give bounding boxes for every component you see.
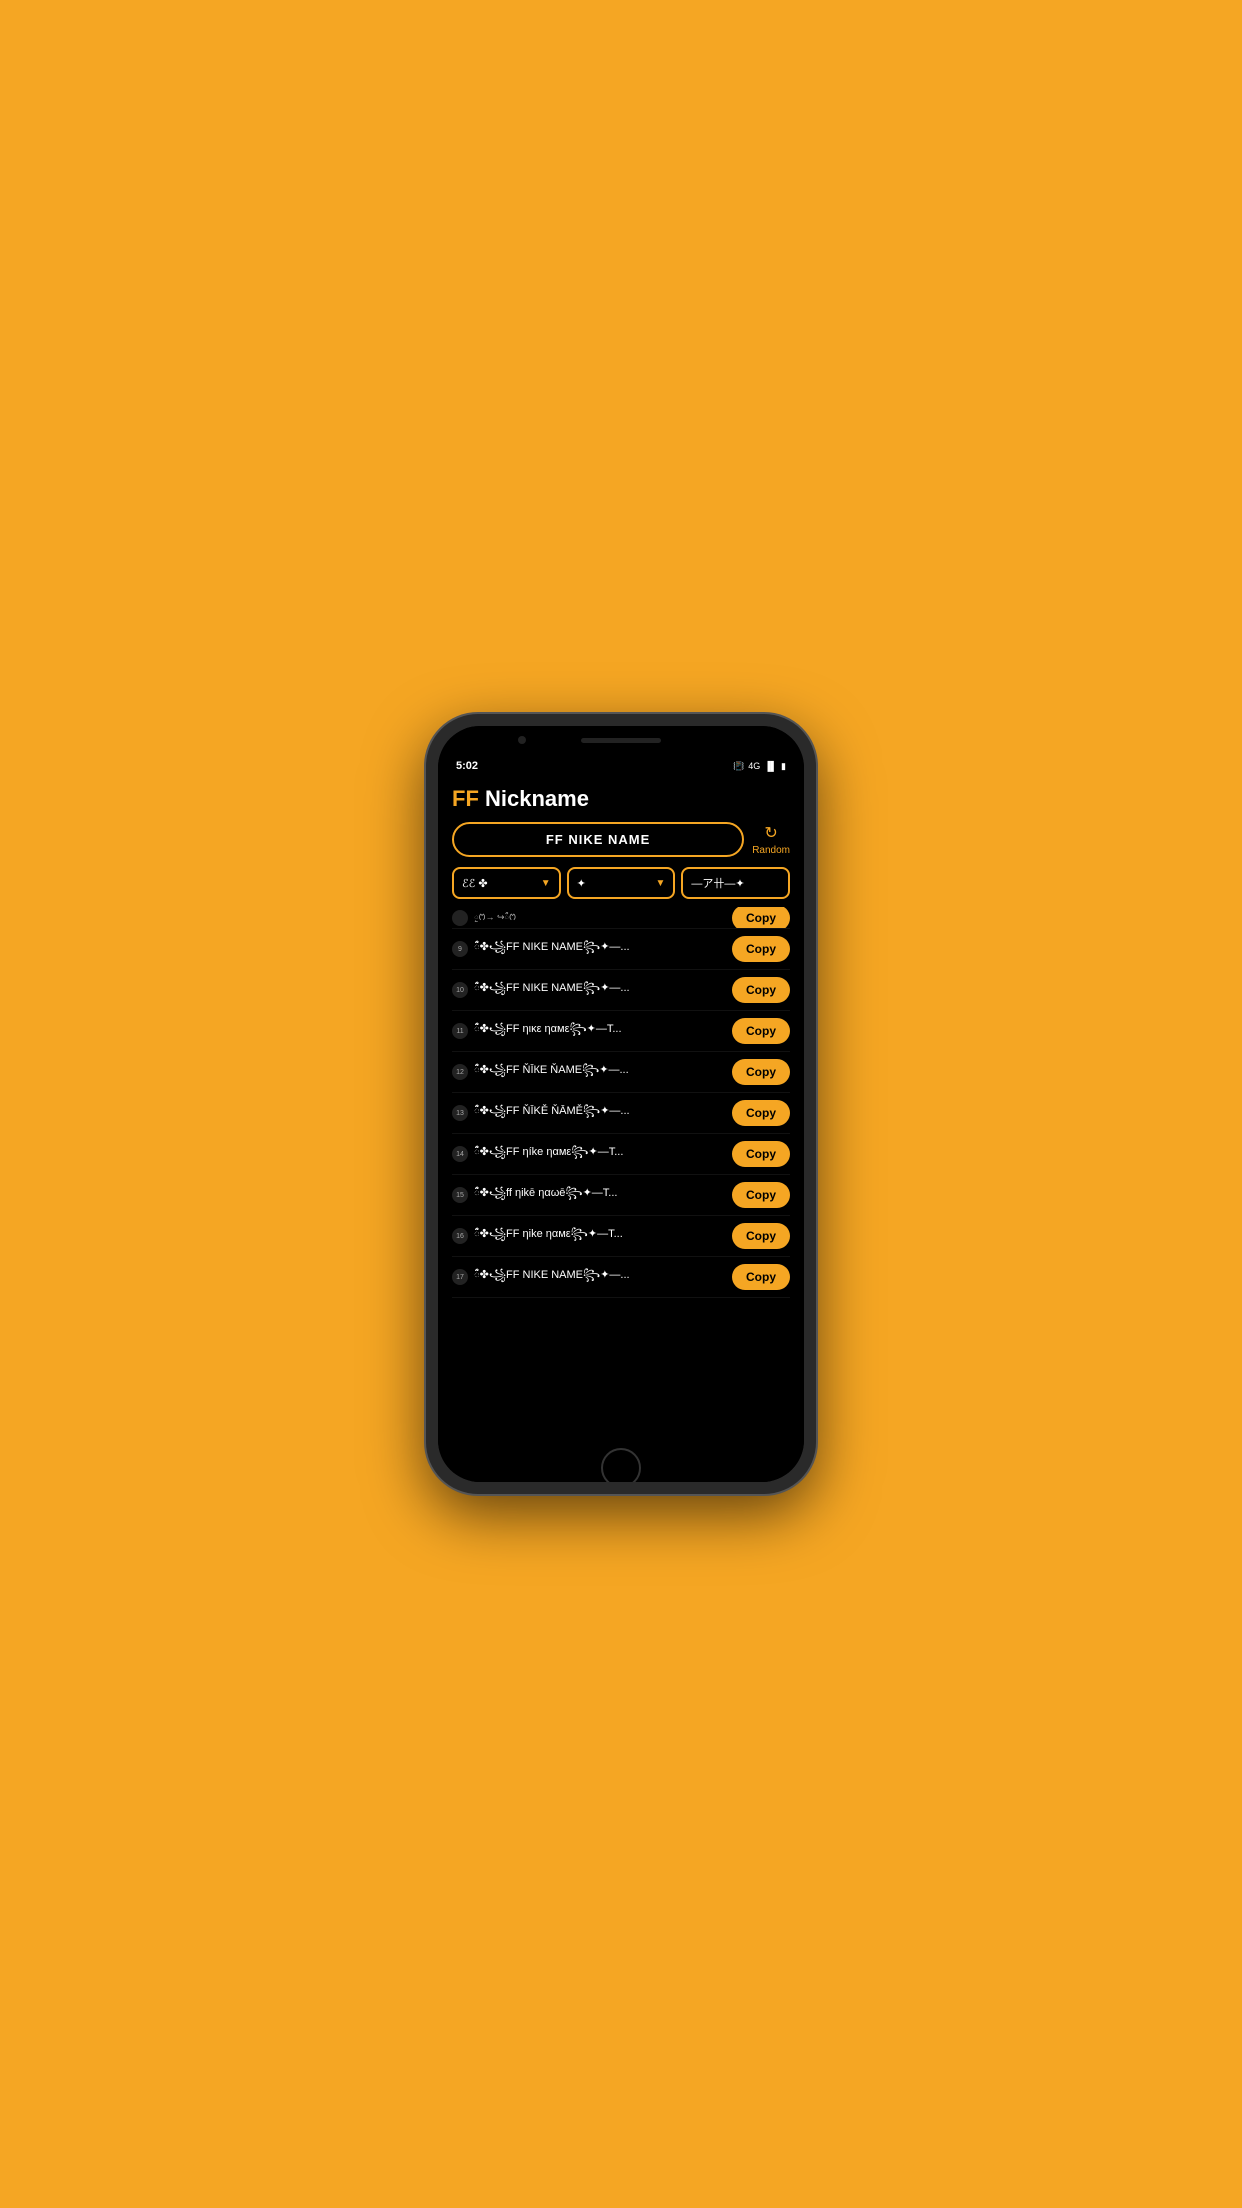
item-text-14: ᰰᰰ✤꧁FF ηíke ηαмε꧂✦—Τ... (474, 1143, 726, 1166)
item-num-9: 9 (452, 941, 468, 957)
names-list: ᰬᱬ→ ↪ᰰᱬ Copy 9 ᰰᰰ✤꧁FF NIKE NAME꧂✦—... Co… (452, 907, 790, 1454)
title-ff: FF (452, 786, 479, 811)
dropdown-style1-label: ℰℰ ✤ (462, 877, 488, 890)
list-item: 11 ᰰᰰ✤꧁FF ηικε ηαмε꧂✦—Τ... Copy (452, 1011, 790, 1052)
battery-icon: ▮ (781, 761, 786, 772)
copy-button-14[interactable]: Copy (732, 1141, 790, 1167)
random-label: Random (752, 845, 790, 856)
item-text-10: ᰰᰰ✤꧁FF NIKE NAME꧂✦—... (474, 979, 726, 1002)
wifi-icon: ▐▌ (764, 761, 777, 771)
copy-button-12[interactable]: Copy (732, 1059, 790, 1085)
chevron-down-icon: ▼ (655, 878, 665, 889)
phone-top-bar (438, 726, 804, 754)
app-title: FF Nickname (452, 786, 790, 812)
item-num-13: 13 (452, 1105, 468, 1121)
phone-device: 5:02 📳 4G ▐▌ ▮ FF Nickname FF NIKE NAME … (426, 714, 816, 1494)
camera-dot (518, 736, 526, 744)
search-input[interactable]: FF NIKE NAME (452, 822, 744, 857)
item-text-16: ᰰᰰ✤꧁FF ηike ηαмε꧂✦—Τ... (474, 1225, 726, 1248)
list-item: 17 ᰰᰰ✤꧁FF NIKE NAME꧂✦—... Copy (452, 1257, 790, 1298)
item-num (452, 910, 468, 926)
dropdown-style2[interactable]: ✦ ▼ (567, 867, 676, 899)
item-num-11: 11 (452, 1023, 468, 1039)
speaker-bar (581, 738, 661, 743)
copy-button-13[interactable]: Copy (732, 1100, 790, 1126)
home-button[interactable] (601, 1448, 641, 1482)
list-item: 14 ᰰᰰ✤꧁FF ηíke ηαмε꧂✦—Τ... Copy (452, 1134, 790, 1175)
item-text-12: ᰰᰰ✤꧁FF ŇĪКЕ ŇАМЕ꧂✦—... (474, 1061, 726, 1084)
copy-button-15[interactable]: Copy (732, 1182, 790, 1208)
vibrate-icon: 📳 (733, 761, 744, 772)
app-content: FF Nickname FF NIKE NAME ↻ Random ℰℰ ✤ ▼… (438, 778, 804, 1454)
item-text-11: ᰰᰰ✤꧁FF ηικε ηαмε꧂✦—Τ... (474, 1020, 726, 1043)
item-num-15: 15 (452, 1187, 468, 1203)
home-indicator (438, 1454, 804, 1482)
status-time: 5:02 (456, 760, 478, 772)
copy-button[interactable]: Copy (732, 907, 790, 929)
dropdown-style3-label: —ア卄—✦ (691, 875, 744, 891)
status-bar: 5:02 📳 4G ▐▌ ▮ (438, 754, 804, 778)
copy-button-17[interactable]: Copy (732, 1264, 790, 1290)
status-icons: 📳 4G ▐▌ ▮ (733, 761, 786, 772)
dropdown-style3[interactable]: —ア卄—✦ (681, 867, 790, 899)
random-icon: ↻ (764, 823, 777, 843)
item-text-17: ᰰᰰ✤꧁FF NIKE NAME꧂✦—... (474, 1266, 726, 1289)
chevron-down-icon: ▼ (541, 878, 551, 889)
search-row: FF NIKE NAME ↻ Random (452, 822, 790, 857)
random-button[interactable]: ↻ Random (752, 823, 790, 856)
item-num-14: 14 (452, 1146, 468, 1162)
signal-icon: 4G (748, 761, 760, 771)
item-text-9: ᰰᰰ✤꧁FF NIKE NAME꧂✦—... (474, 938, 726, 961)
item-text: ᰬᱬ→ ↪ᰰᱬ (474, 910, 726, 925)
item-num-17: 17 (452, 1269, 468, 1285)
item-num-16: 16 (452, 1228, 468, 1244)
copy-button-10[interactable]: Copy (732, 977, 790, 1003)
phone-screen: 5:02 📳 4G ▐▌ ▮ FF Nickname FF NIKE NAME … (438, 726, 804, 1482)
item-text-15: ᰰᰰ✤꧁ff ηikē ηαωē꧂✦—Τ... (474, 1184, 726, 1207)
copy-button-9[interactable]: Copy (732, 936, 790, 962)
list-item: 15 ᰰᰰ✤꧁ff ηikē ηαωē꧂✦—Τ... Copy (452, 1175, 790, 1216)
list-item: 9 ᰰᰰ✤꧁FF NIKE NAME꧂✦—... Copy (452, 929, 790, 970)
dropdown-style2-label: ✦ (577, 877, 586, 890)
item-num-10: 10 (452, 982, 468, 998)
item-num-12: 12 (452, 1064, 468, 1080)
title-rest: Nickname (479, 786, 589, 811)
dropdown-style1[interactable]: ℰℰ ✤ ▼ (452, 867, 561, 899)
dropdown-row: ℰℰ ✤ ▼ ✦ ▼ —ア卄—✦ (452, 867, 790, 899)
copy-button-16[interactable]: Copy (732, 1223, 790, 1249)
list-item: 10 ᰰᰰ✤꧁FF NIKE NAME꧂✦—... Copy (452, 970, 790, 1011)
list-item: 12 ᰰᰰ✤꧁FF ŇĪКЕ ŇАМЕ꧂✦—... Copy (452, 1052, 790, 1093)
list-item: 13 ᰰᰰ✤꧁FF ŇĪKĚ ŇĀМĚ꧂✦—... Copy (452, 1093, 790, 1134)
list-item: 16 ᰰᰰ✤꧁FF ηike ηαмε꧂✦—Τ... Copy (452, 1216, 790, 1257)
item-text-13: ᰰᰰ✤꧁FF ŇĪKĚ ŇĀМĚ꧂✦—... (474, 1102, 726, 1125)
list-item-partial: ᰬᱬ→ ↪ᰰᱬ Copy (452, 907, 790, 929)
copy-button-11[interactable]: Copy (732, 1018, 790, 1044)
